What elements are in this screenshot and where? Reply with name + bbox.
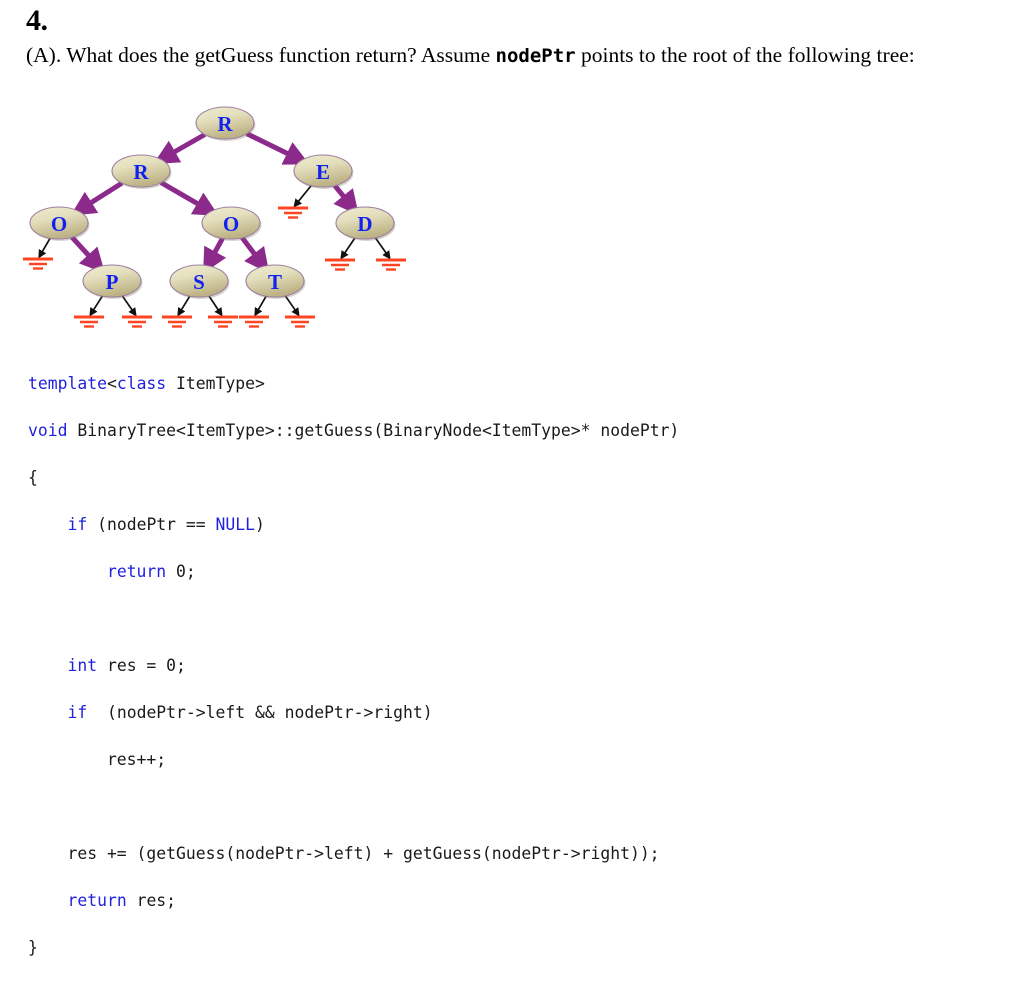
tree-edge-r-to-r <box>153 132 207 164</box>
null-ground-marker <box>162 315 192 328</box>
node-label: O <box>223 212 239 236</box>
code-text: { <box>28 468 38 488</box>
code-keyword: int <box>67 656 98 676</box>
question-number: 4. <box>26 4 48 37</box>
code-text: res; <box>126 891 177 911</box>
node-label: R <box>133 160 149 184</box>
tree-node-e-l1: E <box>293 154 354 189</box>
tree-node-o-l2: O <box>201 206 262 241</box>
null-ground-marker <box>285 315 315 328</box>
null-pointer-edge <box>177 295 191 317</box>
node-label: D <box>357 212 372 236</box>
code-keyword: class <box>116 374 167 394</box>
code-line: return res; <box>28 889 679 913</box>
code-keyword: NULL <box>215 515 256 535</box>
code-keyword: template <box>28 374 107 394</box>
code-keyword: void <box>28 421 68 441</box>
tree-svg-canvas: R R E O O D P S T <box>23 106 406 328</box>
null-pointer-edge <box>374 237 391 260</box>
null-pointer-edge <box>89 295 104 317</box>
node-label: P <box>106 270 119 294</box>
code-keyword: return <box>106 562 167 582</box>
tree-edge-o-to-s <box>203 237 227 274</box>
null-pointer-edge <box>293 185 312 208</box>
tree-edge-o-to-t <box>240 236 270 274</box>
null-ground-marker <box>278 206 308 219</box>
source-code-block: template<class ItemType> void BinaryTree… <box>28 372 679 983</box>
code-text: res += (getGuess(nodePtr->left) + getGue… <box>28 844 660 864</box>
code-text: } <box>28 938 38 958</box>
null-ground-marker <box>239 315 269 328</box>
tree-node-t-l3: T <box>245 264 306 299</box>
tree-node-o-l2: O <box>29 206 90 241</box>
code-keyword: return <box>67 891 127 911</box>
binary-tree-diagram: R R E O O D P S T <box>0 98 430 333</box>
question-prompt-part-1: (A). What does the getGuess function ret… <box>26 43 496 67</box>
code-text: (nodePtr == <box>87 515 216 535</box>
null-ground-marker <box>23 257 53 270</box>
question-prompt: (A). What does the getGuess function ret… <box>26 42 941 70</box>
tree-edge-group <box>70 131 359 274</box>
code-text: 0; <box>166 562 196 582</box>
null-ground-marker <box>122 315 152 328</box>
tree-node-d-l2: D <box>335 206 396 241</box>
question-prompt-part-2: points to the root of the following tree… <box>575 43 915 67</box>
code-line: void BinaryTree<ItemType>::getGuess(Bina… <box>28 419 679 443</box>
tree-edge-e-to-d <box>332 184 359 216</box>
null-pointer-edge <box>208 295 223 317</box>
code-line: res += (getGuess(nodePtr->left) + getGue… <box>28 842 679 866</box>
code-text: BinaryTree<ItemType>::getGuess(BinaryNod… <box>67 421 680 441</box>
null-ground-marker <box>208 315 238 328</box>
null-pointer-edge <box>38 237 51 259</box>
code-text: ) <box>255 515 265 535</box>
tree-edge-o-to-p <box>70 235 106 274</box>
code-line: int res = 0; <box>28 654 679 678</box>
code-line: if (nodePtr->left && nodePtr->right) <box>28 701 679 725</box>
node-label: O <box>51 212 67 236</box>
node-label: T <box>268 270 282 294</box>
tree-edge-r-to-o <box>159 180 219 216</box>
code-line: return 0; <box>28 560 679 584</box>
null-pointer-edge <box>284 295 300 317</box>
tree-edge-r-to-o <box>70 180 124 216</box>
code-keyword: if <box>67 515 88 535</box>
null-ground-marker <box>74 315 104 328</box>
code-line: template<class ItemType> <box>28 372 679 396</box>
null-pointer-edge <box>340 237 356 260</box>
null-pointer-edge <box>121 295 137 317</box>
code-text: res = 0; <box>97 656 186 676</box>
null-ground-marker <box>376 258 406 271</box>
code-text: res++; <box>28 750 167 770</box>
code-text: < <box>106 374 117 394</box>
code-line: res++; <box>28 748 679 772</box>
code-text: ItemType> <box>166 374 265 394</box>
node-label: E <box>316 160 330 184</box>
code-line: } <box>28 936 679 960</box>
tree-edge-r-to-e <box>245 131 310 165</box>
code-line: { <box>28 466 679 490</box>
code-line: if (nodePtr == NULL) <box>28 513 679 537</box>
node-label: R <box>217 112 233 136</box>
question-prompt-code-term: nodePtr <box>495 45 576 67</box>
tree-node-p-l3: P <box>82 264 143 299</box>
null-ground-marker <box>325 258 355 271</box>
null-pointer-edge <box>254 295 267 317</box>
tree-node-s-l3: S <box>169 264 230 299</box>
node-label: S <box>193 270 205 294</box>
question-heading-block: 4. (A). What does the getGuess function … <box>26 4 976 70</box>
